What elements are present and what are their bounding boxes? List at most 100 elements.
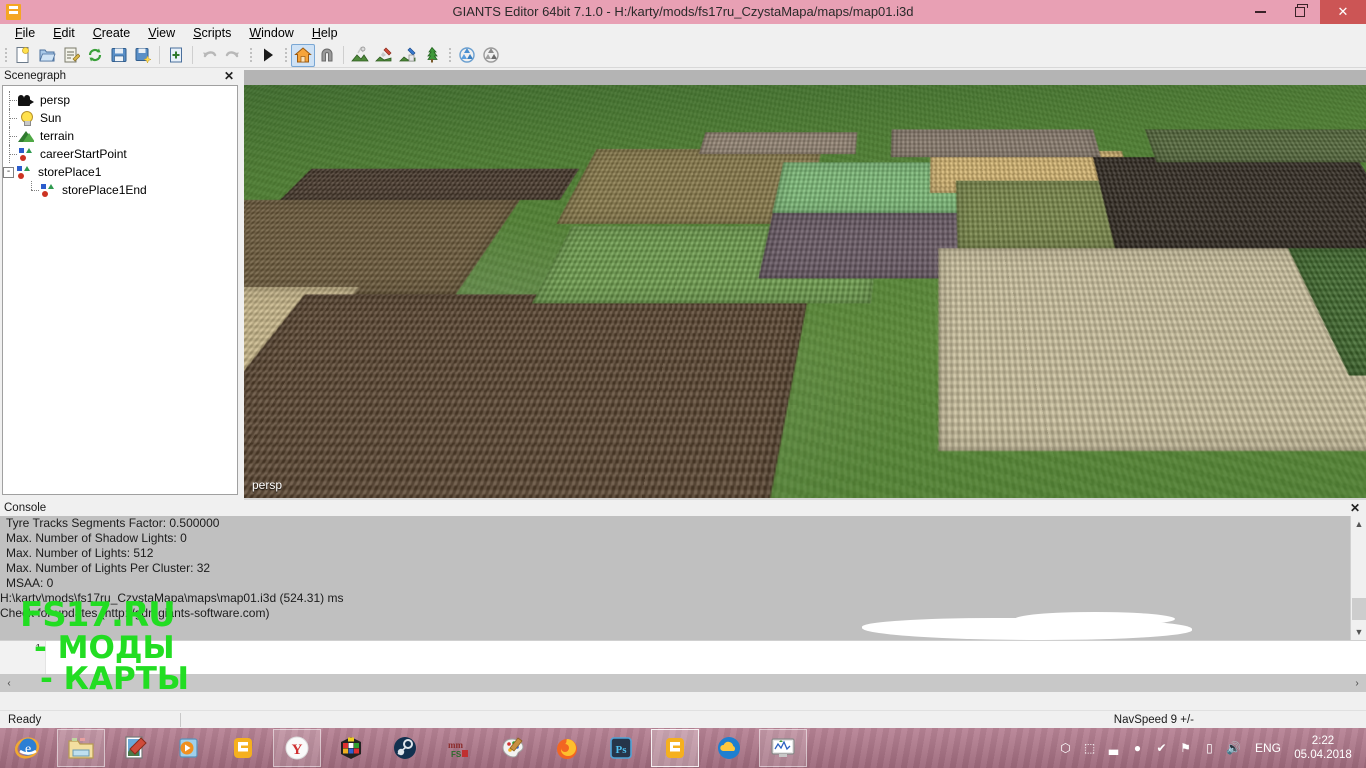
taskbar-file-explorer-icon[interactable] (57, 729, 105, 767)
home-view-button[interactable] (291, 43, 315, 67)
scenegraph-node-Sun[interactable]: Sun (3, 109, 237, 127)
tree-connector (3, 91, 17, 109)
taskbar-cloud-storage-icon[interactable] (705, 729, 753, 767)
taskbar-image-editor-icon[interactable] (111, 729, 159, 767)
taskbar-giants-editor-active-icon[interactable] (651, 729, 699, 767)
menu-item-view[interactable]: View (139, 25, 184, 41)
taskbar-system-monitor-icon[interactable] (759, 729, 807, 767)
taskbar-paint-palette-icon[interactable] (489, 729, 537, 767)
tray-battery-icon[interactable]: ▯ (1201, 740, 1218, 757)
scenegraph-node-storePlace1End[interactable]: storePlace1End (3, 181, 237, 199)
terrain-sculpt-button[interactable] (348, 44, 372, 67)
console-input-area[interactable]: 1 ‹ › (0, 640, 1366, 692)
clock[interactable]: 2:22 05.04.2018 (1294, 734, 1360, 762)
menu-item-window[interactable]: Window (240, 25, 302, 41)
scrollbar-thumb[interactable] (1352, 598, 1366, 620)
taskbar-rubiks-cube-icon[interactable] (327, 729, 375, 767)
refresh-shaders-button[interactable] (455, 44, 479, 67)
edit-note-icon (62, 46, 80, 64)
toolbar-grip[interactable] (282, 45, 289, 65)
menu-item-scripts[interactable]: Scripts (184, 25, 240, 41)
taskbar-giants-editor-icon[interactable] (219, 729, 267, 767)
tree-connector (3, 127, 17, 145)
taskbar-steam-icon[interactable] (381, 729, 429, 767)
taskbar-firefox-icon[interactable] (543, 729, 591, 767)
close-icon[interactable]: ✕ (1348, 501, 1362, 515)
language-indicator[interactable]: ENG (1249, 741, 1287, 755)
viewport-camera-label: persp (252, 478, 283, 492)
reload-button[interactable] (83, 44, 107, 67)
light-bulb-icon (17, 110, 35, 126)
scenegraph-tree[interactable]: persp Sun terrain careerStartPoint - storePla… (2, 85, 238, 495)
taskbar-internet-explorer-icon[interactable]: e (3, 729, 51, 767)
field-bush-row (1144, 129, 1366, 163)
tray-network-signal-icon[interactable]: ▃ (1105, 740, 1122, 757)
undo-arrow-icon (200, 46, 218, 64)
field-sandy-road (698, 132, 858, 155)
save-button[interactable] (107, 44, 131, 67)
toolbar-grip[interactable] (446, 45, 453, 65)
console-line: Max. Number of Lights Per Cluster: 32 (6, 561, 211, 575)
tray-keyboard-icon[interactable]: ⬚ (1081, 740, 1098, 757)
close-button[interactable]: ✕ (1320, 0, 1366, 24)
console-line: Max. Number of Shadow Lights: 0 (6, 531, 187, 545)
menu-item-file[interactable]: File (6, 25, 44, 41)
terrain-ground (244, 84, 1366, 498)
tray-onedrive-ring-icon[interactable]: ⬡ (1057, 740, 1074, 757)
svg-text:mm: mm (448, 740, 463, 750)
taskbar-yandex-browser-icon[interactable]: Y (273, 729, 321, 767)
scroll-down-icon[interactable]: ▼ (1351, 624, 1366, 640)
console-horizontal-scrollbar[interactable]: ‹ › (0, 674, 1366, 692)
terrain-paint-button[interactable] (372, 44, 396, 67)
taskbar-photoshop-icon[interactable]: Ps (597, 729, 645, 767)
svg-text:e: e (25, 742, 31, 757)
tray-usb-safe-remove-icon[interactable]: ✔ (1153, 740, 1170, 757)
save-as-sparkle-icon (134, 46, 152, 64)
maximize-button[interactable] (1280, 0, 1320, 24)
save-as-button[interactable] (131, 44, 155, 67)
field-dirt-path (890, 129, 1101, 157)
window-titlebar[interactable]: GIANTS Editor 64bit 7.1.0 - H:/karty/mod… (0, 0, 1366, 24)
tray-steam-tray-icon[interactable]: ● (1129, 740, 1146, 757)
undo-button[interactable] (197, 44, 221, 67)
tree-collapse-icon[interactable]: - (3, 166, 14, 178)
scenegraph-node-terrain[interactable]: terrain (3, 127, 237, 145)
scenegraph-node-persp[interactable]: persp (3, 91, 237, 109)
scenegraph-node-storePlace1[interactable]: - storePlace1 (3, 163, 237, 181)
play-triangle-icon (259, 46, 277, 64)
console-vertical-scrollbar[interactable]: ▲ ▼ (1350, 516, 1366, 640)
open-file-button[interactable] (35, 44, 59, 67)
transform-group-icon (39, 182, 57, 198)
scroll-left-icon[interactable]: ‹ (2, 678, 16, 689)
viewport-3d[interactable]: persp (244, 70, 1366, 498)
toolbar-grip[interactable] (247, 45, 254, 65)
toolbar-grip[interactable] (2, 45, 9, 65)
edit-file-button[interactable] (59, 44, 83, 67)
nav-speed-text: NavSpeed 9 +/- (1113, 713, 1194, 726)
redo-button[interactable] (221, 44, 245, 67)
new-file-button[interactable] (11, 44, 35, 67)
import-button[interactable] (164, 44, 188, 67)
toolbar-separator (343, 46, 344, 64)
tray-network-error-icon[interactable]: ⚑ (1177, 740, 1194, 757)
magnet-snap-button[interactable] (315, 44, 339, 67)
tray-volume-icon[interactable]: 🔊 (1225, 740, 1242, 757)
play-button[interactable] (256, 44, 280, 67)
scroll-up-icon[interactable]: ▲ (1351, 516, 1366, 532)
menu-item-help[interactable]: Help (303, 25, 347, 41)
scenegraph-title: Scenegraph (4, 70, 67, 82)
minimize-button[interactable] (1240, 0, 1280, 24)
scroll-right-icon[interactable]: › (1350, 678, 1364, 689)
close-icon[interactable]: ✕ (222, 69, 236, 83)
taskbar-media-player-icon[interactable] (165, 729, 213, 767)
system-tray: ⬡ ⬚ ▃ ● ✔ ⚑ ▯ 🔊 ENG 2:22 05.04.2018 (1057, 728, 1366, 768)
terrain-detail-button[interactable] (396, 44, 420, 67)
reload-textures-button[interactable] (479, 44, 503, 67)
scenegraph-node-careerStartPoint[interactable]: careerStartPoint (3, 145, 237, 163)
refresh-arrows-icon (86, 46, 104, 64)
foliage-tree-button[interactable] (420, 44, 444, 67)
menu-item-edit[interactable]: Edit (44, 25, 84, 41)
clock-time: 2:22 (1311, 735, 1335, 747)
taskbar-fsl-mod-icon[interactable]: mm FS (435, 729, 483, 767)
menu-item-create[interactable]: Create (84, 25, 140, 41)
